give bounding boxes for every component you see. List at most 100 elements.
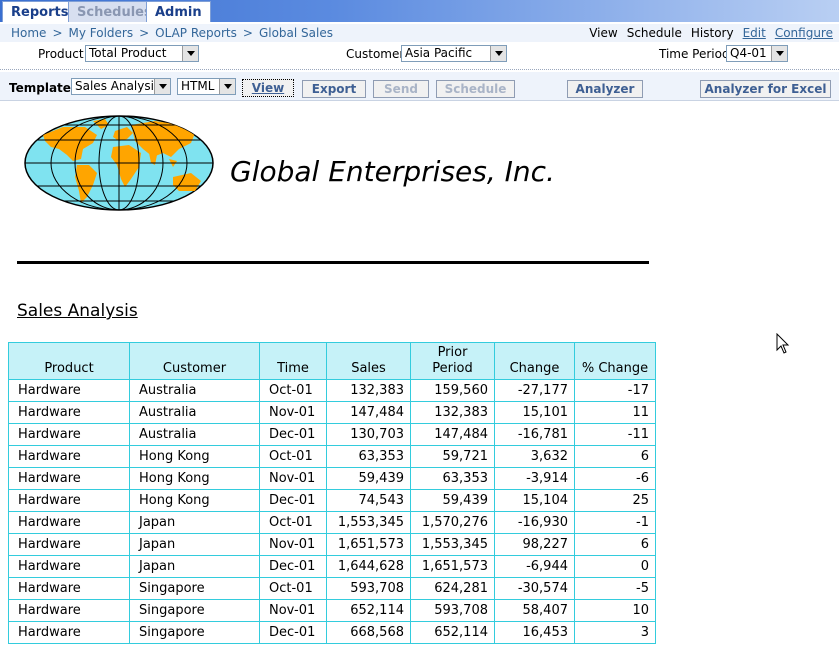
table-row: Hardware Australia Oct-01 132,383 159,560 -27… bbox=[8, 379, 656, 402]
table-body: Hardware Australia Oct-01 132,383 159,560 -27… bbox=[8, 379, 656, 644]
cell-change: 15,104 bbox=[494, 489, 575, 512]
time-period-label: Time Period bbox=[659, 47, 730, 61]
cell-sales: 63,353 bbox=[326, 445, 411, 468]
cell-time: Dec-01 bbox=[259, 555, 327, 578]
cell-product: Hardware bbox=[8, 599, 130, 622]
chevron-down-icon[interactable] bbox=[182, 46, 198, 61]
breadcrumb-separator: > bbox=[52, 26, 63, 40]
cell-customer: Singapore bbox=[129, 621, 260, 644]
chevron-down-icon[interactable] bbox=[490, 46, 506, 61]
cell-change: 3,632 bbox=[494, 445, 575, 468]
chevron-down-icon[interactable] bbox=[219, 79, 235, 94]
cell-customer: Australia bbox=[129, 379, 260, 402]
cell-sales: 668,568 bbox=[326, 621, 411, 644]
customer-label: Customer bbox=[346, 47, 405, 61]
cell-customer: Japan bbox=[129, 511, 260, 534]
cell-pct-change: 6 bbox=[574, 533, 656, 556]
breadcrumb-my-folders[interactable]: My Folders bbox=[69, 26, 134, 40]
cell-pct-change: 0 bbox=[574, 555, 656, 578]
company-name: Global Enterprises, Inc. bbox=[230, 155, 555, 188]
column-header-product: Product bbox=[8, 342, 130, 380]
cell-prior-period: 147,484 bbox=[410, 423, 495, 446]
table-row: Hardware Singapore Oct-01 593,708 624,281 -30… bbox=[8, 577, 656, 600]
cell-pct-change: 3 bbox=[574, 621, 656, 644]
export-button[interactable]: Export bbox=[302, 80, 366, 98]
cell-pct-change: -11 bbox=[574, 423, 656, 446]
cell-time: Nov-01 bbox=[259, 533, 327, 556]
cell-time: Oct-01 bbox=[259, 445, 327, 468]
schedule-button[interactable]: Schedule bbox=[436, 80, 515, 98]
cell-time: Nov-01 bbox=[259, 467, 327, 490]
table-row: Hardware Japan Nov-01 1,651,573 1,553,345 98,… bbox=[8, 533, 656, 556]
breadcrumb-global-sales[interactable]: Global Sales bbox=[259, 26, 333, 40]
chevron-down-icon[interactable] bbox=[771, 46, 787, 61]
template-label: Template bbox=[9, 81, 71, 95]
column-header-time: Time bbox=[259, 342, 327, 380]
cell-change: -16,930 bbox=[494, 511, 575, 534]
template-toolbar: Template Sales Analysis HTML View Export… bbox=[0, 72, 839, 101]
template-select[interactable]: Sales Analysis bbox=[71, 78, 171, 95]
sales-table: Product Customer Time Sales Prior Period… bbox=[8, 342, 656, 644]
configure-link[interactable]: Configure bbox=[775, 26, 833, 40]
cell-sales: 132,383 bbox=[326, 379, 411, 402]
send-button[interactable]: Send bbox=[373, 80, 429, 98]
cell-sales: 74,543 bbox=[326, 489, 411, 512]
analyzer-for-excel-button[interactable]: Analyzer for Excel bbox=[700, 80, 831, 98]
breadcrumb-olap-reports[interactable]: OLAP Reports bbox=[155, 26, 237, 40]
cell-prior-period: 1,570,276 bbox=[410, 511, 495, 534]
cell-product: Hardware bbox=[8, 401, 130, 424]
breadcrumb-home[interactable]: Home bbox=[11, 26, 46, 40]
cell-prior-period: 624,281 bbox=[410, 577, 495, 600]
table-row: Hardware Australia Nov-01 147,484 132,383 15,… bbox=[8, 401, 656, 424]
cell-pct-change: -1 bbox=[574, 511, 656, 534]
cell-product: Hardware bbox=[8, 467, 130, 490]
view-button[interactable]: View bbox=[242, 79, 294, 97]
schedule-link[interactable]: Schedule bbox=[627, 26, 682, 40]
history-link[interactable]: History bbox=[691, 26, 734, 40]
cell-time: Dec-01 bbox=[259, 621, 327, 644]
cell-time: Oct-01 bbox=[259, 511, 327, 534]
cell-change: 98,227 bbox=[494, 533, 575, 556]
report-actions: View Schedule History Edit Configure bbox=[580, 26, 833, 40]
edit-link[interactable]: Edit bbox=[743, 26, 766, 40]
column-header-prior-period: Prior Period bbox=[410, 342, 495, 380]
cell-time: Oct-01 bbox=[259, 379, 327, 402]
table-row: Hardware Japan Oct-01 1,553,345 1,570,276 -16… bbox=[8, 511, 656, 534]
cell-sales: 1,651,573 bbox=[326, 533, 411, 556]
cell-change: 58,407 bbox=[494, 599, 575, 622]
view-link[interactable]: View bbox=[589, 26, 617, 40]
column-header-change: Change bbox=[494, 342, 575, 380]
cell-customer: Singapore bbox=[129, 599, 260, 622]
cell-product: Hardware bbox=[8, 533, 130, 556]
format-select[interactable]: HTML bbox=[177, 78, 236, 95]
globe-logo-icon bbox=[24, 115, 214, 211]
cell-change: 16,453 bbox=[494, 621, 575, 644]
chevron-down-icon[interactable] bbox=[154, 79, 170, 94]
cell-time: Nov-01 bbox=[259, 599, 327, 622]
breadcrumb-separator: > bbox=[139, 26, 150, 40]
tab-admin[interactable]: Admin bbox=[146, 1, 211, 22]
product-select-value: Total Product bbox=[89, 46, 167, 60]
cell-product: Hardware bbox=[8, 621, 130, 644]
table-header-row: Product Customer Time Sales Prior Period… bbox=[8, 342, 656, 380]
column-header-pct-change: % Change bbox=[574, 342, 656, 380]
cell-sales: 1,553,345 bbox=[326, 511, 411, 534]
cell-pct-change: -17 bbox=[574, 379, 656, 402]
cell-prior-period: 59,439 bbox=[410, 489, 495, 512]
customer-select[interactable]: Asia Pacific bbox=[401, 45, 507, 62]
cell-prior-period: 1,651,573 bbox=[410, 555, 495, 578]
cell-customer: Hong Kong bbox=[129, 489, 260, 512]
cell-time: Oct-01 bbox=[259, 577, 327, 600]
analyzer-button[interactable]: Analyzer bbox=[567, 80, 643, 98]
cell-product: Hardware bbox=[8, 577, 130, 600]
product-select[interactable]: Total Product bbox=[85, 45, 199, 62]
product-label: Product bbox=[38, 47, 84, 61]
column-header-customer: Customer bbox=[129, 342, 260, 380]
time-period-select[interactable]: Q4-01 bbox=[726, 45, 788, 62]
cell-customer: Japan bbox=[129, 555, 260, 578]
tab-reports[interactable]: Reports bbox=[2, 1, 78, 22]
cell-sales: 147,484 bbox=[326, 401, 411, 424]
table-row: Hardware Singapore Dec-01 668,568 652,114 16,… bbox=[8, 621, 656, 644]
cell-sales: 130,703 bbox=[326, 423, 411, 446]
header-rule bbox=[17, 261, 649, 264]
